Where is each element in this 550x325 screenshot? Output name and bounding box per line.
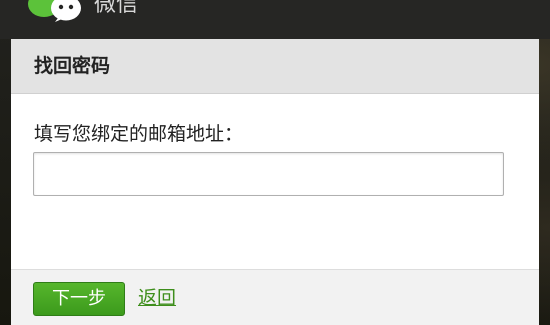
email-field[interactable] <box>33 152 504 196</box>
panel-header: 找回密码 <box>11 39 539 94</box>
app-name: 微信 <box>94 0 139 17</box>
page-title: 找回密码 <box>34 55 111 77</box>
wechat-logo-icon <box>28 0 81 22</box>
find-password-panel: 找回密码 填写您绑定的邮箱地址： 下一步 返回 <box>11 39 539 325</box>
top-bar: 微信 <box>0 0 550 39</box>
next-step-button[interactable]: 下一步 <box>33 282 125 316</box>
panel-footer: 下一步 返回 <box>11 269 539 325</box>
back-link[interactable]: 返回 <box>138 286 176 310</box>
email-field-label: 填写您绑定的邮箱地址： <box>34 123 244 145</box>
